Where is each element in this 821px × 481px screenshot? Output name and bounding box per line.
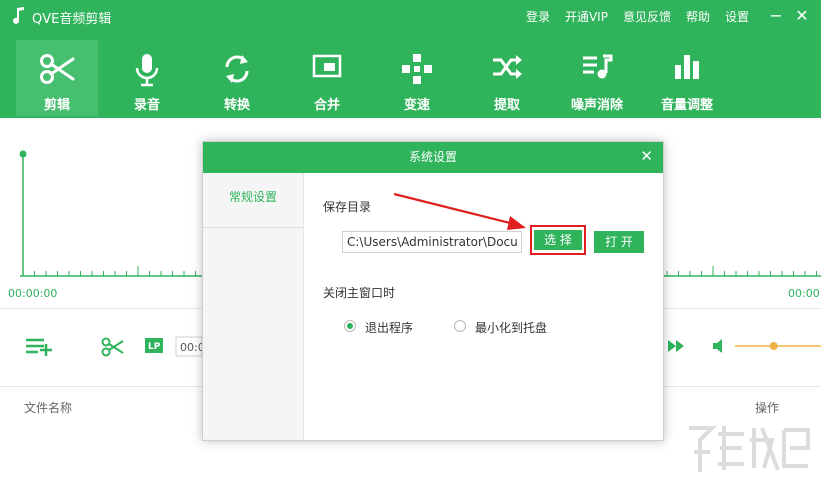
tool-convert-label: 转换 bbox=[223, 98, 250, 113]
operation-header: 操作 bbox=[755, 401, 780, 415]
dialog-title: 系统设置 bbox=[203, 142, 663, 173]
tool-merge-label: 合并 bbox=[313, 98, 340, 113]
tool-extract-label: 提取 bbox=[493, 98, 520, 113]
radio-minimize-tray-label: 最小化到托盘 bbox=[475, 321, 548, 335]
choose-button[interactable]: 选 择 bbox=[534, 230, 582, 250]
menu-vip[interactable]: 开通VIP bbox=[565, 8, 608, 25]
tool-volume-adjust-label: 音量调整 bbox=[660, 98, 713, 113]
tool-noise-removal-label: 噪声消除 bbox=[570, 98, 623, 113]
timeline-start: 00:00:00 bbox=[8, 287, 57, 300]
microphone-icon bbox=[135, 54, 159, 87]
tool-convert[interactable]: 转换 bbox=[196, 40, 278, 116]
dialog-close-icon[interactable]: ✕ bbox=[640, 146, 653, 166]
timeline-end: 00:00 bbox=[788, 287, 820, 300]
minimize-button[interactable]: − bbox=[766, 6, 786, 26]
volume-adjust-icon bbox=[675, 55, 699, 79]
lp-badge-label: LP bbox=[148, 342, 161, 352]
radio-checked-dot bbox=[347, 323, 353, 329]
radio-exit-program[interactable] bbox=[344, 320, 356, 332]
tool-volume-adjust[interactable]: 音量调整 bbox=[646, 40, 728, 116]
tool-record-label: 录音 bbox=[133, 98, 160, 113]
file-name-header: 文件名称 bbox=[24, 401, 73, 415]
menu-settings[interactable]: 设置 bbox=[725, 8, 749, 25]
music-note-icon bbox=[13, 7, 24, 24]
tool-record[interactable]: 录音 bbox=[106, 40, 188, 116]
extract-icon bbox=[493, 55, 522, 79]
tool-cut[interactable]: 剪辑 bbox=[16, 40, 98, 116]
app-title: QVE音频剪辑 bbox=[32, 12, 112, 27]
menu-feedback[interactable]: 意见反馈 bbox=[623, 8, 671, 25]
tool-noise-removal[interactable]: 噪声消除 bbox=[556, 40, 638, 116]
annotation-arrow-icon bbox=[393, 192, 526, 230]
close-window-button[interactable]: ✕ bbox=[792, 6, 812, 26]
speed-icon bbox=[402, 54, 432, 84]
scissors-icon bbox=[40, 54, 75, 84]
menu-help[interactable]: 帮助 bbox=[686, 8, 710, 25]
tool-extract[interactable]: 提取 bbox=[466, 40, 548, 116]
top-menu: 登录 开通VIP 意见反馈 帮助 设置 bbox=[526, 8, 749, 25]
menu-login[interactable]: 登录 bbox=[526, 8, 550, 25]
dialog-sidebar: 常规设置 bbox=[203, 173, 304, 440]
open-button[interactable]: 打 开 bbox=[594, 231, 644, 253]
main-toolbar: 剪辑 录音 转换 合并 变速 提取 噪声消除 音量调整 bbox=[16, 40, 736, 118]
noise-removal-icon bbox=[583, 54, 613, 79]
watermark-logo bbox=[689, 426, 810, 472]
volume-icon[interactable] bbox=[713, 339, 722, 353]
playhead-handle bbox=[19, 150, 27, 158]
app-window: QVE音频剪辑 登录 开通VIP 意见反馈 帮助 设置 − ✕ 剪辑 录音 转换… bbox=[0, 0, 821, 481]
save-dir-label: 保存目录 bbox=[323, 200, 372, 214]
tool-cut-label: 剪辑 bbox=[43, 98, 70, 113]
tool-speed-label: 变速 bbox=[403, 98, 430, 113]
add-file-icon[interactable] bbox=[26, 338, 52, 356]
cut-icon[interactable] bbox=[101, 337, 124, 357]
volume-slider-handle[interactable] bbox=[769, 342, 778, 350]
radio-minimize-tray[interactable] bbox=[454, 320, 466, 332]
convert-icon bbox=[225, 55, 249, 83]
tool-speed[interactable]: 变速 bbox=[376, 40, 458, 116]
radio-exit-program-label: 退出程序 bbox=[365, 321, 414, 335]
sidebar-divider bbox=[203, 227, 303, 228]
title-bar: QVE音频剪辑 登录 开通VIP 意见反馈 帮助 设置 − ✕ bbox=[0, 0, 821, 32]
tool-merge[interactable]: 合并 bbox=[286, 40, 368, 116]
merge-icon bbox=[312, 54, 342, 78]
time-field-value: 00:0 bbox=[180, 341, 205, 354]
fast-forward-icon[interactable] bbox=[668, 340, 684, 352]
settings-dialog: 系统设置 ✕ 常规设置 保存目录 选 择 打 开 关闭主窗口时 退出程序 最小化… bbox=[202, 141, 664, 441]
sidebar-item-general[interactable]: 常规设置 bbox=[203, 188, 303, 205]
close-main-label: 关闭主窗口时 bbox=[323, 286, 396, 300]
app-header: QVE音频剪辑 登录 开通VIP 意见反馈 帮助 设置 − ✕ 剪辑 录音 转换… bbox=[0, 0, 821, 118]
